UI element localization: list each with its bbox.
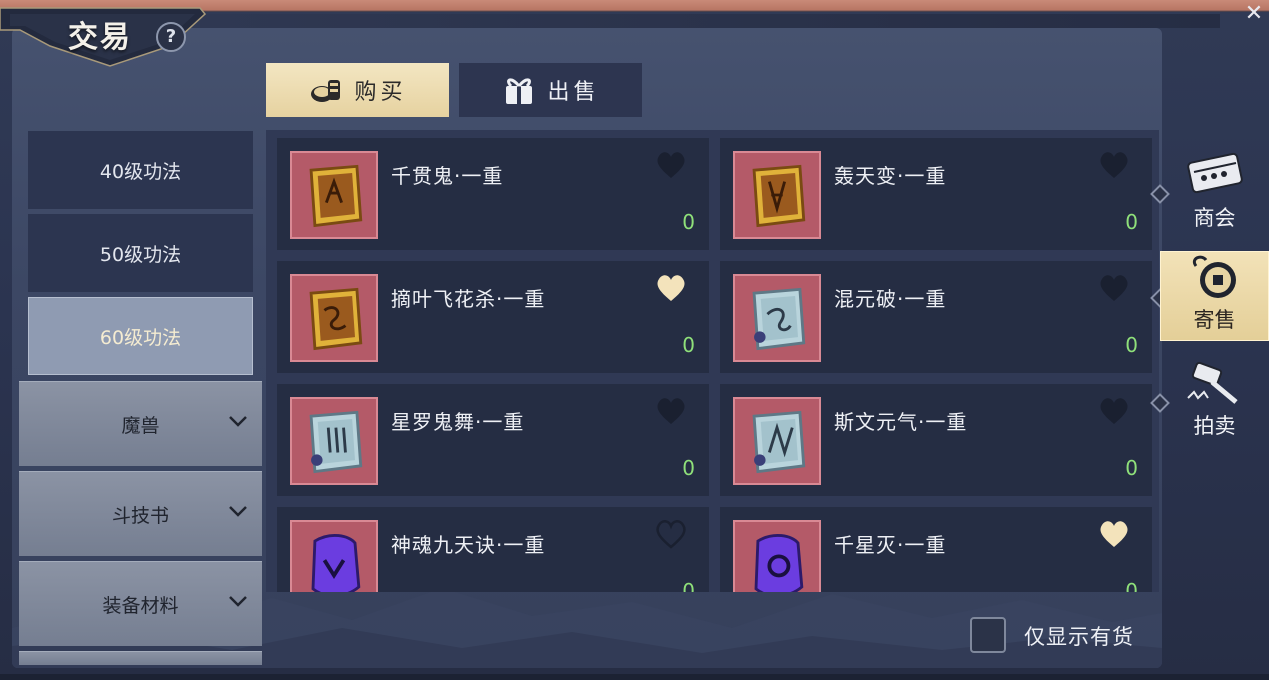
silver-token-icon xyxy=(309,410,363,474)
item-card[interactable]: 摘叶飞花杀·一重 0 xyxy=(277,261,709,373)
category-label: 40级功法 xyxy=(99,160,182,183)
item-list[interactable]: 千贯鬼·一重 0 轰天变·一重 0 摘叶飞花杀·一重 0 混元破·一重 0 星罗… xyxy=(266,130,1159,592)
category-group-equipment-materials[interactable]: 装备材料 xyxy=(19,561,262,646)
category-level-50[interactable]: 50级功法 xyxy=(28,214,253,292)
chevron-down-icon xyxy=(229,416,247,427)
silver-token-icon xyxy=(752,287,806,351)
side-menu-auction[interactable]: 拍卖 xyxy=(1160,356,1269,446)
side-menu-label: 拍卖 xyxy=(1193,414,1236,438)
item-thumbnail xyxy=(290,274,378,362)
close-button[interactable]: ✕ xyxy=(1239,0,1269,30)
item-card[interactable]: 千星灭·一重 0 xyxy=(720,507,1152,592)
item-card[interactable]: 千贯鬼·一重 0 xyxy=(277,138,709,250)
item-thumbnail xyxy=(290,397,378,485)
side-menu-label: 商会 xyxy=(1193,206,1236,230)
tab-sell[interactable]: 出售 xyxy=(459,63,642,117)
tab-buy-label: 购买 xyxy=(354,80,407,105)
abacus-icon xyxy=(1186,152,1243,194)
title-bar xyxy=(200,14,1220,28)
item-count: 0 xyxy=(682,210,695,234)
coin-stack-icon xyxy=(311,80,341,102)
category-group-label: 斗技书 xyxy=(111,504,169,527)
item-name: 摘叶飞花杀·一重 xyxy=(391,287,546,311)
page-title: 交易 xyxy=(68,20,132,55)
item-thumbnail xyxy=(733,397,821,485)
item-thumbnail xyxy=(733,274,821,362)
side-menu-consignment[interactable]: 寄售 xyxy=(1160,251,1269,341)
gold-token-icon xyxy=(309,164,363,228)
category-level-40[interactable]: 40级功法 xyxy=(28,131,253,209)
item-name: 轰天变·一重 xyxy=(834,164,947,188)
category-group-beasts[interactable]: 魔兽 xyxy=(19,381,262,466)
tab-buy[interactable]: 购买 xyxy=(266,63,449,117)
item-thumbnail xyxy=(290,520,378,592)
heart-icon[interactable] xyxy=(655,273,687,303)
help-button[interactable]: ? xyxy=(156,22,186,52)
tab-sell-label: 出售 xyxy=(547,80,600,105)
gold-token-icon xyxy=(752,164,806,228)
category-label: 50级功法 xyxy=(99,243,182,266)
heart-icon[interactable] xyxy=(1098,519,1130,549)
item-thumbnail xyxy=(733,520,821,592)
category-level-60[interactable]: 60级功法 xyxy=(28,297,253,375)
heart-icon[interactable] xyxy=(655,396,687,426)
heart-icon[interactable] xyxy=(1098,396,1130,426)
close-icon: ✕ xyxy=(1244,1,1264,26)
chevron-down-icon xyxy=(229,506,247,517)
item-count: 0 xyxy=(1125,210,1138,234)
bottom-border xyxy=(0,674,1269,680)
item-count: 0 xyxy=(682,456,695,480)
gold-token-icon xyxy=(309,287,363,351)
in-stock-label: 仅显示有货 xyxy=(1024,625,1134,649)
item-name: 星罗鬼舞·一重 xyxy=(391,410,525,434)
coin-pouch-icon xyxy=(1192,255,1236,298)
heart-icon[interactable] xyxy=(1098,150,1130,180)
item-name: 千星灭·一重 xyxy=(834,533,947,557)
item-card[interactable]: 星罗鬼舞·一重 0 xyxy=(277,384,709,496)
category-group-skill-books[interactable]: 斗技书 xyxy=(19,471,262,556)
item-name: 千贯鬼·一重 xyxy=(391,164,504,188)
item-count: 0 xyxy=(1125,579,1138,592)
side-menu-label: 寄售 xyxy=(1193,308,1236,332)
item-name: 斯文元气·一重 xyxy=(834,410,968,434)
item-card[interactable]: 轰天变·一重 0 xyxy=(720,138,1152,250)
item-name: 神魂九天诀·一重 xyxy=(391,533,546,557)
auction-hammer-icon xyxy=(1186,361,1238,404)
item-count: 0 xyxy=(682,333,695,357)
category-group-partial[interactable] xyxy=(19,651,262,665)
heart-icon[interactable] xyxy=(655,519,687,549)
item-count: 0 xyxy=(1125,333,1138,357)
gift-box-icon xyxy=(506,78,533,104)
heart-icon[interactable] xyxy=(1098,273,1130,303)
item-count: 0 xyxy=(682,579,695,592)
purple-token-icon xyxy=(754,534,804,592)
item-thumbnail xyxy=(733,151,821,239)
category-group-label: 魔兽 xyxy=(121,414,160,437)
side-menu-guild-market[interactable]: 商会 xyxy=(1160,148,1269,238)
item-name: 混元破·一重 xyxy=(834,287,947,311)
in-stock-checkbox[interactable] xyxy=(970,617,1006,653)
heart-icon[interactable] xyxy=(655,150,687,180)
item-card[interactable]: 混元破·一重 0 xyxy=(720,261,1152,373)
item-card[interactable]: 神魂九天诀·一重 0 xyxy=(277,507,709,592)
purple-token-icon xyxy=(311,534,361,592)
item-count: 0 xyxy=(1125,456,1138,480)
category-label: 60级功法 xyxy=(99,326,182,349)
silver-token-icon xyxy=(752,410,806,474)
item-card[interactable]: 斯文元气·一重 0 xyxy=(720,384,1152,496)
category-group-label: 装备材料 xyxy=(102,594,179,617)
chevron-down-icon xyxy=(229,596,247,607)
item-thumbnail xyxy=(290,151,378,239)
